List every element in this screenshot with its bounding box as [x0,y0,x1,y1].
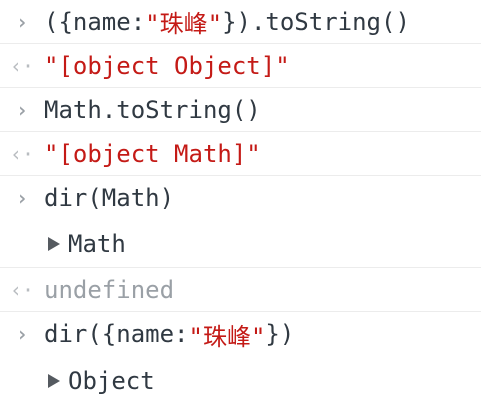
code-text: }) [265,320,295,348]
devtools-console: › ({name: "珠峰"}).toString() ‹· "[object O… [0,0,481,406]
expand-triangle-icon[interactable] [48,236,60,251]
console-input-line[interactable]: › Math.toString() [0,88,481,132]
input-prompt-icon: › [15,9,29,34]
code-text: }).toString() [222,7,410,36]
object-tree-item[interactable]: Math [0,220,481,268]
result-prompt-icon: ‹· [9,53,35,78]
console-result-line: ‹· "[object Object]" [0,44,481,88]
code-text: ({name: [44,7,146,36]
result-string: "[object Math]" [44,139,261,168]
result-undefined: undefined [44,275,175,304]
code-string: "珠峰" [145,10,223,38]
input-prompt-icon: › [15,322,29,346]
console-code: dir(Math) [44,184,175,212]
tree-node[interactable]: Object [0,367,155,395]
console-input-line[interactable]: › ({name: "珠峰"}).toString() [0,0,481,44]
console-input-line[interactable]: › dir({name: "珠峰"}) [0,312,481,356]
console-code: Math.toString() [44,95,261,124]
tree-node-label: Math [68,229,126,258]
code-text: dir({name: [44,320,189,348]
console-input-line[interactable]: › dir(Math) [0,176,481,220]
expand-triangle-icon[interactable] [48,374,60,388]
result-string: "[object Object]" [44,51,290,80]
tree-node[interactable]: Math [0,230,126,258]
tree-node-label: Object [68,367,155,395]
result-prompt-icon: ‹· [9,141,35,166]
input-prompt-icon: › [15,97,29,122]
input-prompt-icon: › [15,186,29,210]
result-prompt-icon: ‹· [9,277,35,302]
code-string: "珠峰" [188,322,266,351]
object-tree-item[interactable]: Object [0,358,481,404]
console-code: dir({name: "珠峰"}) [44,317,294,352]
console-result-line: ‹· undefined [0,268,481,312]
console-code: ({name: "珠峰"}).toString() [44,4,410,39]
console-result-line: ‹· "[object Math]" [0,132,481,176]
